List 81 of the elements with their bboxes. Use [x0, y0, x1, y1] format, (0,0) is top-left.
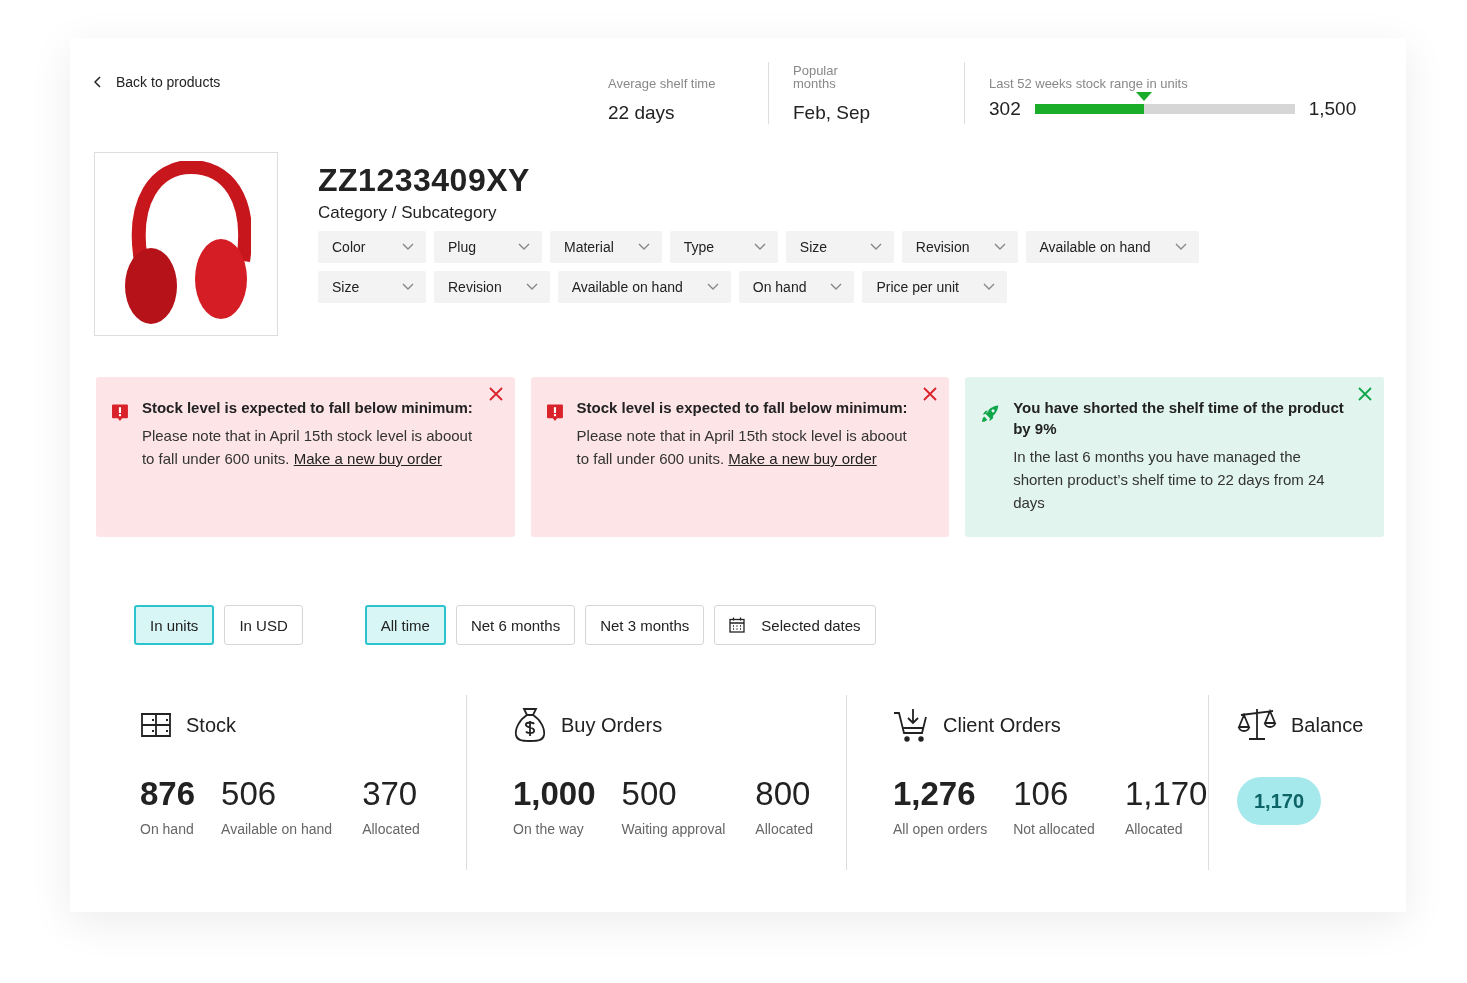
stat-label: On hand — [140, 821, 195, 837]
alert-title: Stock level is expected to fall below minimum: — [141, 398, 474, 418]
chevron-down-icon — [706, 283, 719, 291]
alert-text: Please note that in April 15th stock level is aboout to fall under 600 units. Make a new buy order — [576, 426, 908, 469]
section-title: Balance — [1291, 713, 1364, 737]
close-button[interactable] — [486, 385, 505, 403]
stat-label: All open orders — [893, 821, 988, 837]
cabinet-icon — [140, 712, 172, 738]
section-title: Client Orders — [943, 713, 1061, 737]
stat-value: 106 — [1013, 775, 1070, 813]
filter-dropdown[interactable]: Plug — [434, 231, 542, 263]
unit-toggle[interactable]: In units — [134, 605, 215, 645]
stat-value: 1,276 — [893, 775, 977, 813]
section-title: Buy Orders — [561, 713, 663, 737]
stat-label: Available on hand — [221, 821, 333, 837]
stat-value: 1,000 — [513, 775, 596, 813]
period-toggle[interactable]: Net 3 months — [585, 605, 705, 645]
stat-label: Waiting approval — [621, 821, 726, 837]
period-toggle[interactable]: Net 6 months — [455, 605, 576, 645]
filter-dropdown[interactable]: Available on hand — [557, 271, 731, 303]
balance-value: 1,170 — [1237, 777, 1321, 825]
stat-value: 800 — [755, 775, 812, 813]
chevron-down-icon — [402, 283, 414, 291]
metric-label: Average shelf time — [608, 75, 717, 90]
close-button[interactable] — [1356, 385, 1374, 403]
filter-dropdown[interactable]: Available on hand — [1025, 231, 1199, 263]
filter-dropdown[interactable]: Color — [318, 231, 426, 263]
chevron-down-icon — [982, 283, 995, 291]
stat-label: On the way — [513, 821, 585, 837]
stat-label: Allocated — [755, 821, 813, 837]
metric-value: Feb, Sep — [793, 102, 872, 124]
pointer-icon — [1135, 92, 1152, 101]
money-bag-icon — [513, 707, 547, 743]
product-code: ZZ1233409XY — [318, 162, 531, 199]
stat-label: Allocated — [1124, 821, 1184, 837]
period-toggle[interactable]: All time — [364, 605, 446, 645]
alert-text: In the last 6 months you have managed the shorten product’s shelf time to 22 days from 24 days — [1013, 447, 1326, 513]
back-link[interactable]: Back to products — [94, 74, 221, 90]
stat-value: 1,170 — [1124, 775, 1208, 813]
chevron-down-icon — [1174, 243, 1187, 251]
chevron-down-icon — [993, 243, 1006, 251]
cart-download-icon — [893, 707, 929, 743]
metric-value: 22 days — [608, 102, 676, 124]
chevron-left-icon — [94, 76, 102, 88]
filter-dropdown[interactable]: On hand — [738, 271, 855, 303]
metric-label: Last 52 weeks stock range in units — [989, 75, 1189, 90]
stat-value: 500 — [621, 775, 678, 813]
chevron-down-icon — [830, 283, 843, 291]
chevron-down-icon — [518, 243, 530, 251]
close-button[interactable] — [921, 385, 940, 403]
buy-order-link[interactable]: Make a new buy order — [293, 450, 443, 467]
stat-label: Not allocated — [1013, 821, 1095, 837]
alert-title: You have shorted the shelf time of the product by 9% — [1013, 398, 1345, 439]
metric-label: Popular months — [793, 62, 839, 90]
product-category: Category / Subcategory — [318, 203, 498, 223]
chevron-down-icon — [402, 243, 414, 251]
unit-toggle[interactable]: In USD — [224, 605, 303, 645]
scales-icon — [1237, 708, 1277, 742]
alert-text: Please note that in April 15th stock level is aboout to fall under 600 units. Make a new buy order — [141, 426, 474, 469]
period-toggle[interactable]: Selected dates — [714, 605, 876, 645]
filter-dropdown[interactable]: Revision — [901, 231, 1018, 263]
filter-dropdown[interactable]: Type — [669, 231, 778, 263]
chevron-down-icon — [869, 243, 882, 251]
calendar-icon — [729, 617, 746, 633]
filter-dropdown[interactable]: Revision — [434, 271, 550, 303]
buy-order-link[interactable]: Make a new buy order — [728, 450, 877, 467]
section-title: Stock — [186, 713, 237, 737]
filter-dropdown[interactable]: Size — [318, 271, 426, 303]
range-min: 302 — [989, 98, 1021, 120]
stat-value: 876 — [140, 775, 196, 813]
filter-dropdown[interactable]: Price per unit — [862, 271, 1007, 303]
filter-dropdown[interactable]: Size — [785, 231, 894, 263]
chevron-down-icon — [637, 243, 650, 251]
stat-value: 506 — [221, 775, 278, 813]
alert-title: Stock level is expected to fall below minimum: — [576, 398, 909, 418]
stat-value: 370 — [362, 775, 419, 813]
range-max: 1,500 — [1308, 98, 1357, 120]
filter-dropdown[interactable]: Material — [550, 231, 662, 263]
stat-label: Allocated — [362, 821, 420, 837]
chevron-down-icon — [753, 243, 766, 251]
chevron-down-icon — [525, 283, 538, 291]
